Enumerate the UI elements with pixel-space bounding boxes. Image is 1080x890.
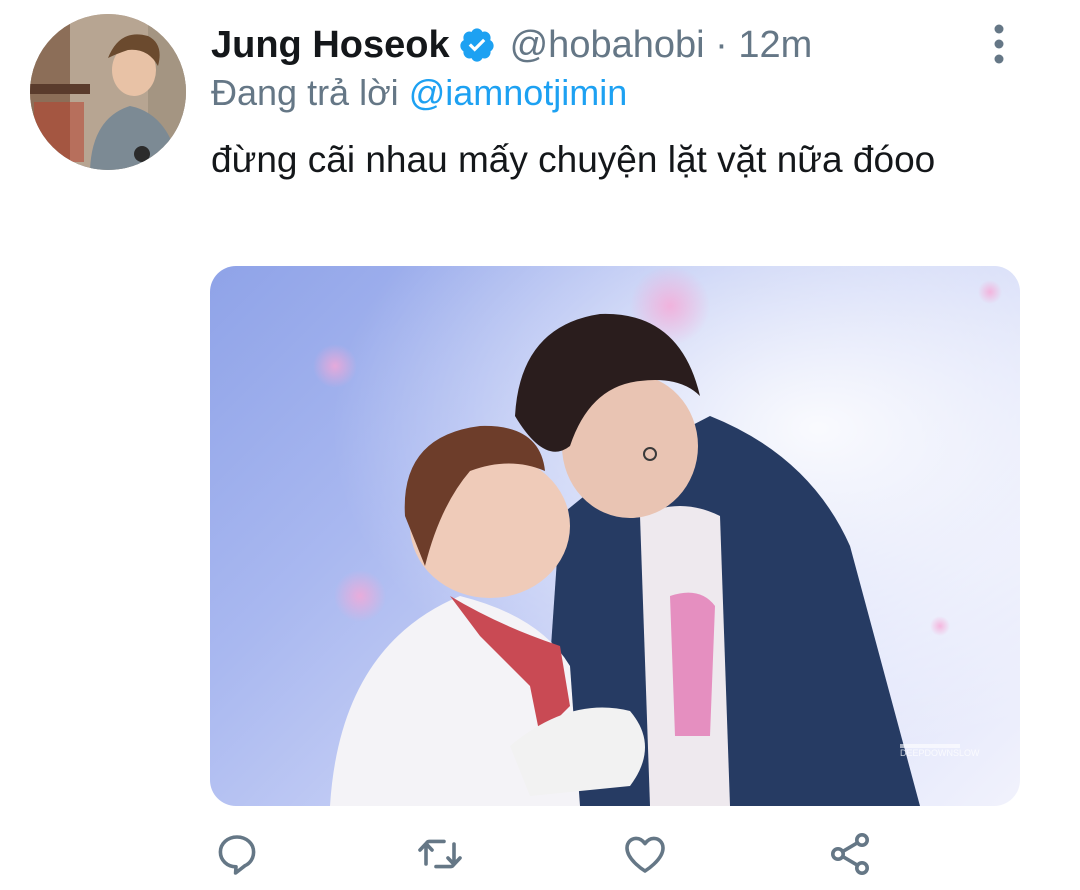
avatar[interactable] bbox=[30, 14, 186, 170]
replying-to: Đang trả lời @iamnotjimin bbox=[211, 72, 627, 114]
heart-icon[interactable] bbox=[617, 826, 673, 882]
separator: · bbox=[715, 23, 728, 66]
retweet-icon[interactable] bbox=[412, 826, 468, 882]
action-bar bbox=[0, 826, 1080, 886]
tweet-text: đừng cãi nhau mấy chuyện lặt vặt nữa đóo… bbox=[211, 139, 936, 180]
tweet-card: Jung Hoseok @hobahobi · 12m Đang trả lời… bbox=[0, 0, 1080, 890]
image-watermark: DEEPDOWNSLOW bbox=[900, 748, 980, 758]
verified-badge-icon bbox=[458, 26, 496, 64]
timestamp[interactable]: 12m bbox=[738, 24, 812, 66]
reply-icon[interactable] bbox=[209, 826, 265, 882]
tweet-image[interactable]: DEEPDOWNSLOW bbox=[210, 266, 1020, 806]
reply-mention-link[interactable]: @iamnotjimin bbox=[409, 72, 628, 113]
tweet-header: Jung Hoseok @hobahobi · 12m bbox=[211, 20, 812, 70]
reply-prefix: Đang trả lời bbox=[211, 72, 399, 113]
display-name[interactable]: Jung Hoseok bbox=[211, 24, 450, 67]
share-icon[interactable] bbox=[822, 826, 878, 882]
handle[interactable]: @hobahobi bbox=[510, 24, 705, 66]
handle-and-time: @hobahobi · 12m bbox=[510, 24, 813, 67]
more-vertical-icon[interactable] bbox=[988, 24, 1010, 64]
